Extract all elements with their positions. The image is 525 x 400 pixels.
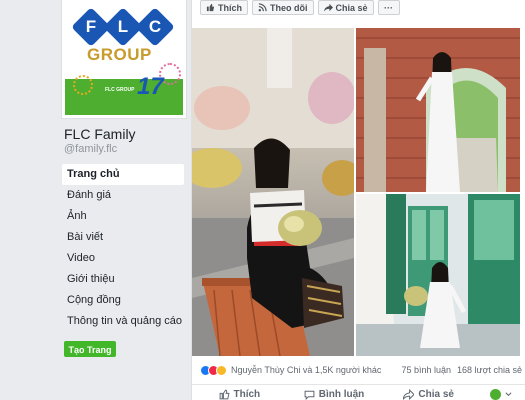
page-nav: Trang chủ Đánh giá Ảnh Bài viết Video Gi…	[62, 164, 184, 332]
post-photo-2[interactable]	[356, 28, 520, 192]
logo-letter-c: C	[135, 7, 175, 47]
post-photo-1[interactable]	[192, 28, 354, 356]
page-handle[interactable]: @family.flc	[64, 143, 117, 155]
post-card: Thích Theo dõi Chia sẻ ··· Nguyễn Thùy C…	[191, 0, 525, 400]
thumbs-up-icon	[219, 389, 230, 400]
post-as-selector[interactable]	[476, 385, 525, 400]
nav-item-reviews[interactable]: Đánh giá	[62, 185, 184, 206]
post-stats: 75 bình luận 168 lượt chia sẻ	[401, 365, 522, 375]
create-page-button[interactable]: Tạo Trang	[64, 341, 116, 357]
page-title[interactable]: FLC Family	[64, 126, 136, 142]
nav-item-posts[interactable]: Bài viết	[62, 227, 184, 248]
like-page-button[interactable]: Thích	[200, 0, 248, 15]
post-action-bar: Thích Bình luận Chia sẻ	[192, 384, 525, 400]
nav-item-community[interactable]: Cộng đồng	[62, 290, 184, 311]
thumbs-up-icon	[206, 3, 215, 12]
haha-reaction-icon	[216, 364, 227, 376]
nav-item-info-ads[interactable]: Thông tin và quảng cáo	[62, 311, 184, 332]
share-page-label: Chia sẻ	[335, 2, 368, 13]
photo-woman-door	[356, 194, 520, 356]
page-actions-bar: Thích Theo dõi Chia sẻ ···	[192, 0, 525, 16]
firework-icon	[73, 75, 93, 95]
avatar	[490, 389, 502, 400]
shares-count[interactable]: 168 lượt chia sẻ	[457, 365, 522, 375]
like-label: Thích	[233, 389, 261, 400]
share-button[interactable]: Chia sẻ	[381, 385, 476, 400]
nav-item-about[interactable]: Giới thiệu	[62, 269, 184, 290]
more-options-button[interactable]: ···	[377, 0, 400, 15]
post-photo-3[interactable]	[356, 194, 520, 356]
nav-item-videos[interactable]: Video	[62, 248, 184, 269]
comment-button[interactable]: Bình luận	[287, 385, 382, 400]
follow-button[interactable]: Theo dõi	[252, 0, 314, 15]
photo-woman-arch	[356, 28, 520, 192]
share-arrow-icon	[323, 3, 333, 12]
comment-label: Bình luận	[318, 389, 365, 400]
follow-label: Theo dõi	[270, 2, 308, 13]
logo-group-text: GROUP	[87, 45, 152, 64]
reaction-icons[interactable]	[200, 364, 227, 376]
nav-item-home[interactable]: Trang chủ	[62, 164, 184, 185]
share-label: Chia sẻ	[418, 389, 454, 400]
comments-count[interactable]: 75 bình luận	[401, 365, 451, 375]
like-button[interactable]: Thích	[192, 385, 287, 400]
share-arrow-icon	[403, 389, 415, 400]
reactions-summary: Nguyễn Thùy Chi và 1,5K người khác 75 bì…	[200, 362, 522, 378]
nav-item-photos[interactable]: Ảnh	[62, 206, 184, 227]
reactions-text[interactable]: Nguyễn Thùy Chi và 1,5K người khác	[231, 365, 381, 375]
chevron-down-icon	[505, 392, 512, 397]
page-profile-picture[interactable]: F L C GROUP FLC GROUP 17	[62, 0, 186, 118]
share-page-button[interactable]: Chia sẻ	[317, 0, 374, 15]
photo-woman-bench	[192, 28, 354, 356]
rss-icon	[258, 3, 267, 12]
anniversary-number: 17	[137, 73, 164, 100]
comment-icon	[304, 390, 315, 400]
like-page-label: Thích	[218, 2, 242, 13]
logo-small-text: FLC GROUP	[105, 87, 135, 93]
